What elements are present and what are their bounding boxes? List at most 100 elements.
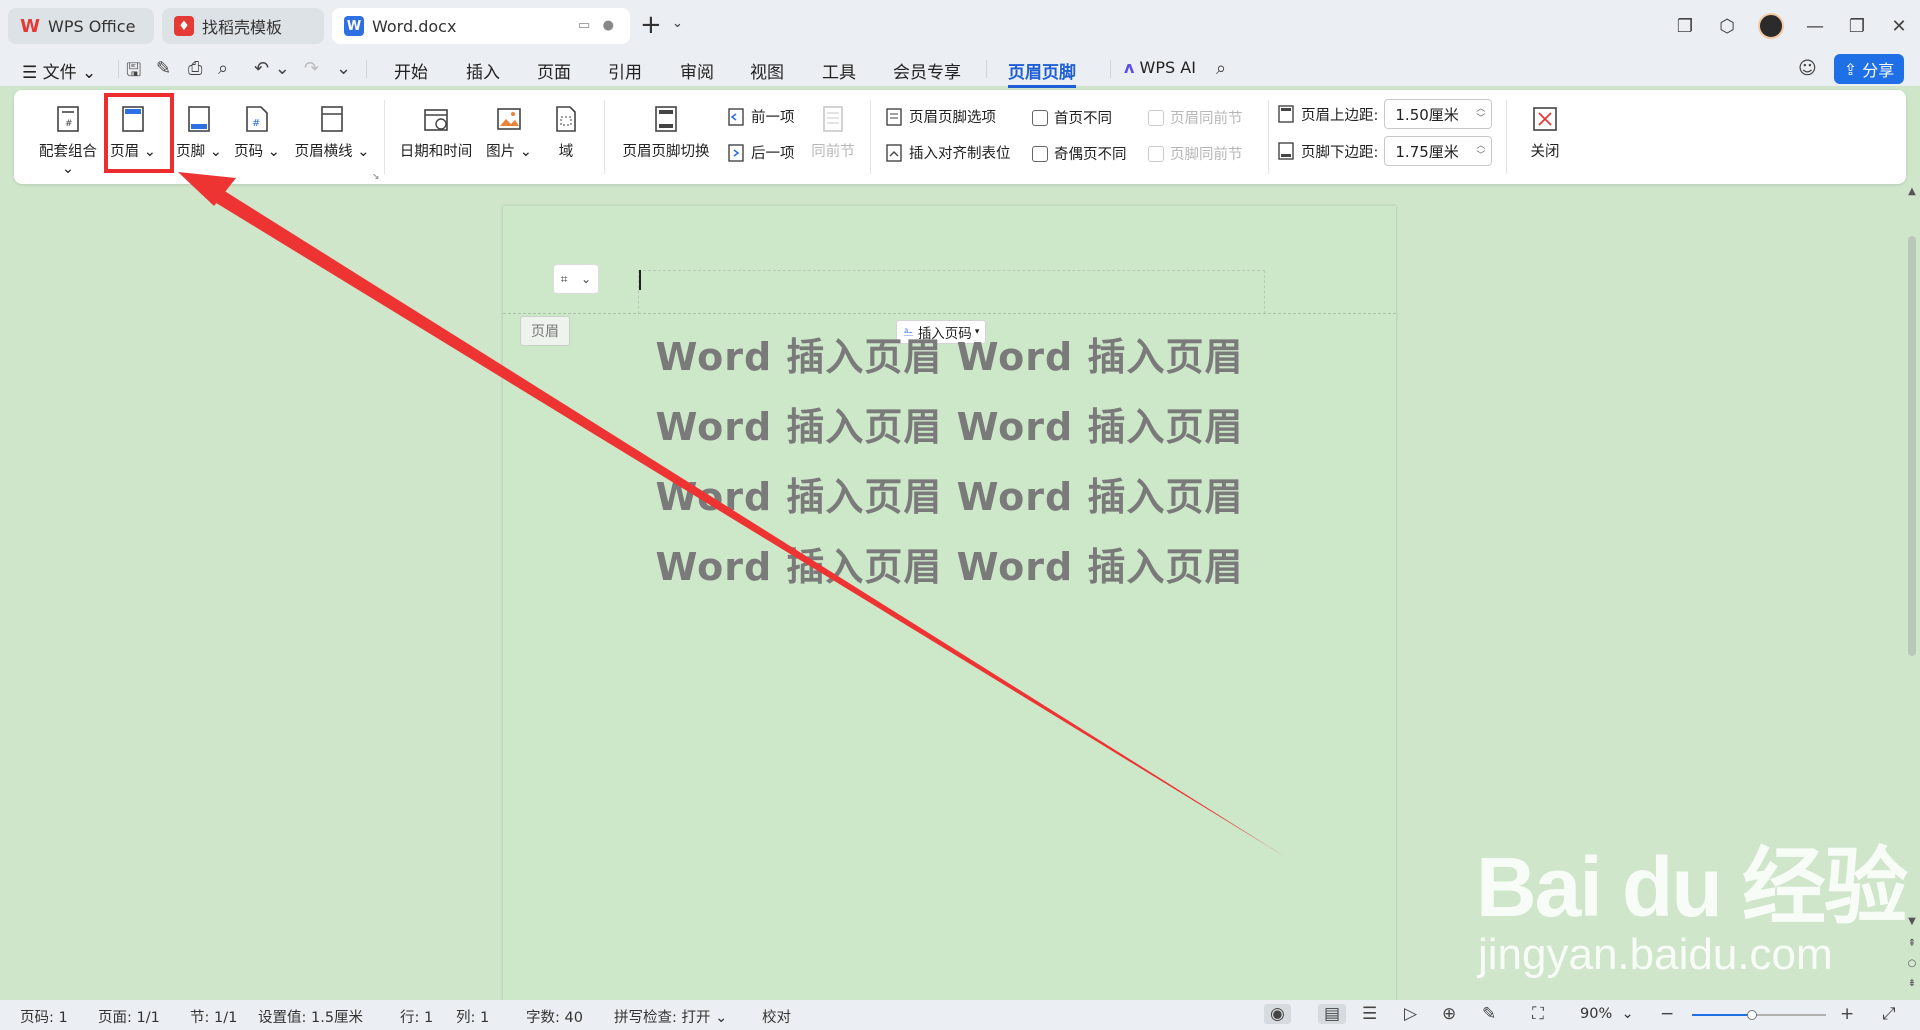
- document-page[interactable]: ⌗ ⌄ 页眉 ⎁ 插入页码 ▾ Word 插入页眉 Word 插入页眉 Word …: [503, 206, 1396, 1006]
- highlight-box: [104, 93, 174, 173]
- fullscreen-icon[interactable]: ⤢: [1882, 1004, 1896, 1024]
- print-icon[interactable]: ⎙: [188, 58, 202, 79]
- header-line-icon: [321, 106, 343, 132]
- cube-icon[interactable]: ⬡: [1706, 16, 1748, 37]
- header-edit-area[interactable]: [638, 270, 1265, 314]
- status-row[interactable]: 行: 1: [400, 1006, 433, 1027]
- first-page-different-checkbox[interactable]: 首页不同: [1032, 107, 1112, 128]
- tab-wps-office[interactable]: W WPS Office: [8, 8, 154, 44]
- status-pages[interactable]: 页面: 1/1: [98, 1006, 160, 1027]
- redo-icon[interactable]: ↷: [304, 58, 319, 79]
- menu-member[interactable]: 会员专享: [893, 58, 961, 83]
- layout-icon[interactable]: ❐: [1664, 16, 1706, 37]
- zoom-slider[interactable]: [1692, 1010, 1826, 1020]
- print-preview-icon[interactable]: ⌕: [218, 58, 228, 79]
- spell-check-toggle[interactable]: 拼写检查: 打开 ⌄: [614, 1006, 727, 1027]
- combo-set-button[interactable]: # 配套组合 ⌄: [32, 104, 104, 177]
- menu-review[interactable]: 审阅: [680, 58, 714, 83]
- chat-icon[interactable]: ☺: [1798, 58, 1817, 79]
- more-dropdown-icon[interactable]: ⌄: [336, 58, 351, 79]
- menu-insert[interactable]: 插入: [466, 58, 500, 83]
- odd-even-different-label: 奇偶页不同: [1054, 147, 1127, 163]
- minimize-icon[interactable]: —: [1794, 16, 1836, 37]
- divider: [604, 100, 605, 174]
- zoom-level[interactable]: 90% ⌄: [1580, 1006, 1634, 1022]
- menu-references[interactable]: 引用: [608, 58, 642, 83]
- tab-templates[interactable]: ♦ 找稻壳模板: [162, 8, 324, 44]
- footer-same-as-previous-checkbox[interactable]: 页脚同前节: [1148, 143, 1243, 164]
- zoom-slider-knob[interactable]: [1747, 1010, 1758, 1020]
- page-view-icon[interactable]: ▤: [1318, 1004, 1347, 1024]
- spell-check-label: 拼写检查: 打开: [614, 1010, 711, 1026]
- status-col[interactable]: 列: 1: [456, 1006, 489, 1027]
- avatar[interactable]: [1758, 13, 1784, 39]
- menu-tools[interactable]: 工具: [822, 58, 856, 83]
- status-setting[interactable]: 设置值: 1.5厘米: [258, 1006, 363, 1027]
- spinner-arrows-icon[interactable]: ︿ ﹀: [1476, 104, 1491, 124]
- menu-header-footer[interactable]: 页眉页脚: [1008, 58, 1076, 88]
- date-time-button[interactable]: 日期和时间: [396, 104, 476, 161]
- menu-view[interactable]: 视图: [750, 58, 784, 83]
- format-painter-icon[interactable]: ✎: [156, 58, 171, 79]
- undo-icon[interactable]: ↶ ⌄: [254, 58, 290, 79]
- header-top-margin-row: 页眉上边距: 1.50厘米 ︿ ﹀: [1276, 99, 1493, 129]
- header-top-margin-input[interactable]: 1.50厘米 ︿ ﹀: [1384, 99, 1493, 129]
- odd-even-different-checkbox[interactable]: 奇偶页不同: [1032, 143, 1127, 164]
- file-menu[interactable]: ☰ 文件 ⌄: [22, 58, 96, 83]
- header-line-button[interactable]: 页眉横线 ⌄: [294, 104, 370, 161]
- menu-start[interactable]: 开始: [394, 58, 428, 83]
- footer-button[interactable]: 页脚 ⌄: [174, 104, 224, 161]
- scroll-thumb[interactable]: [1908, 236, 1916, 656]
- close-window-icon[interactable]: ✕: [1878, 16, 1920, 37]
- insert-tab-stop-button[interactable]: 插入对齐制表位: [884, 142, 1011, 163]
- body-text-line[interactable]: Word 插入页眉 Word 插入页眉: [503, 536, 1396, 591]
- close-header-footer-button[interactable]: 关闭: [1522, 104, 1568, 161]
- header-top-margin-value: 1.50厘米: [1395, 105, 1459, 124]
- eye-protection-icon[interactable]: ◉: [1264, 1004, 1291, 1024]
- status-page[interactable]: 页码: 1: [20, 1006, 68, 1027]
- picture-label: 图片: [486, 144, 516, 160]
- restore-icon[interactable]: ❐: [1836, 16, 1878, 37]
- status-section[interactable]: 节: 1/1: [190, 1006, 237, 1027]
- tab-list-dropdown-icon[interactable]: ⌄: [672, 16, 683, 31]
- body-text-line[interactable]: Word 插入页眉 Word 插入页眉: [503, 396, 1396, 451]
- share-button[interactable]: ⇪ 分享: [1834, 54, 1904, 84]
- header-footer-options-button[interactable]: 页眉页脚选项: [884, 106, 996, 127]
- tab-word-docx[interactable]: W Word.docx ▭ ●: [332, 8, 630, 44]
- window-controls: ❐ ⬡ — ❐ ✕: [1664, 0, 1920, 52]
- new-tab-button[interactable]: +: [640, 12, 662, 38]
- pen-icon[interactable]: ✎: [1482, 1004, 1496, 1024]
- tab-status-icons: ▭ ●: [577, 18, 614, 33]
- body-text-line[interactable]: Word 插入页眉 Word 插入页眉: [503, 326, 1396, 381]
- menu-page[interactable]: 页面: [537, 58, 571, 83]
- play-icon[interactable]: ▷: [1404, 1004, 1417, 1024]
- same-as-previous-button[interactable]: 同前节: [808, 104, 858, 161]
- page-number-button[interactable]: # 页码 ⌄: [232, 104, 282, 161]
- outline-view-icon[interactable]: ☰: [1362, 1004, 1377, 1024]
- zoom-out-icon[interactable]: −: [1660, 1004, 1674, 1024]
- previous-item-button[interactable]: 前一项: [726, 106, 795, 127]
- picture-button[interactable]: 图片 ⌄: [484, 104, 534, 161]
- wps-ai-button[interactable]: ʌ WPS AI: [1124, 58, 1196, 77]
- footer-bottom-margin-value: 1.75厘米: [1395, 142, 1459, 161]
- svg-text:#: #: [65, 119, 73, 129]
- status-words[interactable]: 字数: 40: [526, 1006, 583, 1027]
- body-text-line[interactable]: Word 插入页眉 Word 插入页眉: [503, 466, 1396, 521]
- proofread-button[interactable]: 校对: [762, 1006, 791, 1027]
- file-menu-label: 文件: [42, 63, 77, 83]
- header-layout-tool[interactable]: ⌗ ⌄: [553, 264, 599, 294]
- footer-bottom-margin-input[interactable]: 1.75厘米 ︿ ﹀: [1384, 136, 1493, 166]
- scroll-up-icon[interactable]: ▲: [1904, 186, 1920, 197]
- calendar-icon: [424, 109, 448, 131]
- zoom-in-icon[interactable]: +: [1840, 1004, 1854, 1024]
- header-footer-switch-button[interactable]: 页眉页脚切换: [618, 104, 714, 161]
- next-item-button[interactable]: 后一项: [726, 142, 795, 163]
- field-button[interactable]: 域: [546, 104, 586, 161]
- fit-page-icon[interactable]: ⛶: [1532, 1004, 1544, 1024]
- search-icon[interactable]: ⌕: [1216, 58, 1226, 79]
- web-view-icon[interactable]: ⊕: [1442, 1004, 1456, 1024]
- save-icon[interactable]: 🖫: [126, 58, 141, 88]
- spinner-arrows-icon[interactable]: ︿ ﹀: [1476, 141, 1491, 161]
- header-same-as-previous-checkbox[interactable]: 页眉同前节: [1148, 107, 1243, 128]
- dialog-launcher-icon[interactable]: ↘: [372, 172, 380, 182]
